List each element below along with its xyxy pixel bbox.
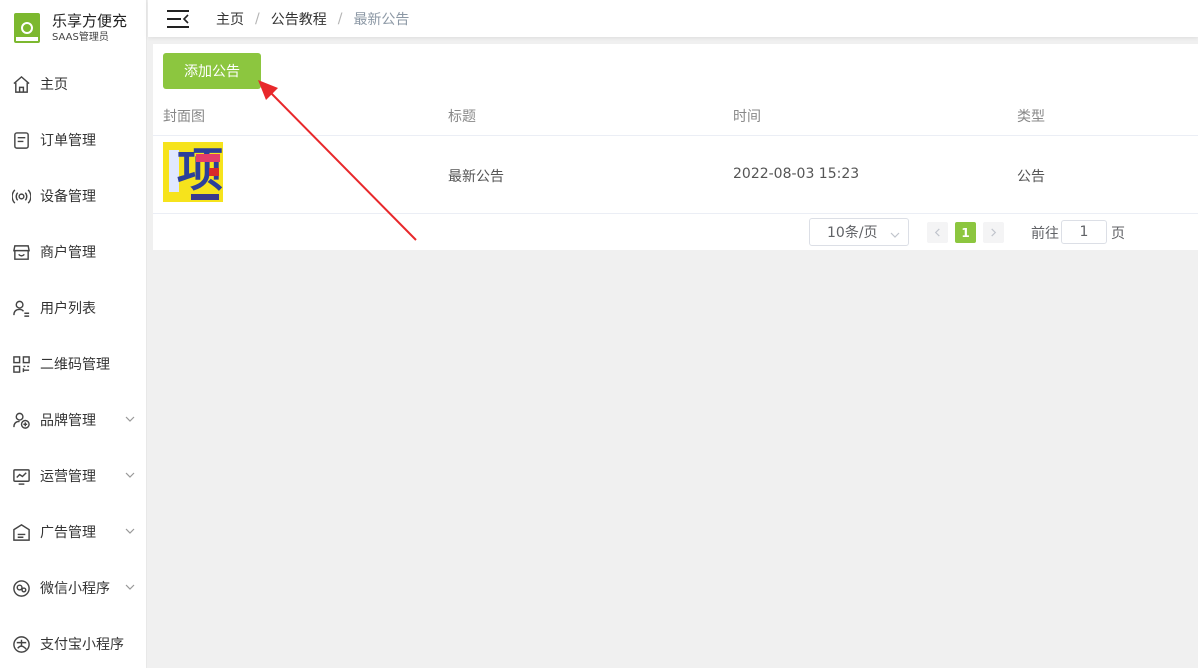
column-header-time: 时间 [733, 109, 761, 125]
column-header-title: 标题 [448, 109, 476, 125]
sidebar-item-devices[interactable]: 设备管理 [0, 168, 146, 224]
page-size-select[interactable]: 10条/页 [809, 218, 909, 246]
sidebar-item-home[interactable]: 主页 [0, 56, 146, 112]
order-icon [11, 130, 31, 150]
sidebar-item-wechat[interactable]: 微信小程序 [0, 560, 146, 616]
pagination: 10条/页 1 前往 页 [153, 218, 1198, 246]
brand-icon [11, 410, 31, 430]
chevron-down-icon [890, 228, 900, 238]
brand-subtitle: SAAS管理员 [52, 32, 109, 44]
sidebar-item-label: 支付宝小程序 [40, 637, 124, 653]
sidebar-item-label: 商户管理 [40, 245, 96, 261]
sidebar-item-brand[interactable]: 品牌管理 [0, 392, 146, 448]
row-title: 最新公告 [448, 169, 504, 185]
breadcrumb-tutorials[interactable]: 公告教程 [271, 9, 327, 29]
chevron-right-icon [991, 228, 997, 237]
sidebar: 乐享方便充 SAAS管理员 主页 订单管理 设备管理 商户管理 用户列表 二维码… [0, 0, 147, 668]
chevron-left-icon [934, 228, 940, 237]
breadcrumb-separator: / [337, 10, 343, 27]
user-list-icon [11, 298, 31, 318]
sidebar-item-label: 运营管理 [40, 469, 96, 485]
top-header: 主页 / 公告教程 / 最新公告 [148, 0, 1198, 37]
sidebar-item-label: 设备管理 [40, 189, 96, 205]
sidebar-item-orders[interactable]: 订单管理 [0, 112, 146, 168]
breadcrumb: 主页 / 公告教程 / 最新公告 [216, 9, 409, 29]
table-row[interactable]: 项 最新公告 2022-08-03 15:23 公告 [153, 137, 1198, 214]
chevron-down-icon [124, 469, 136, 481]
brand-name: 乐享方便充 [52, 11, 128, 30]
home-icon [11, 74, 31, 94]
page-button-current[interactable]: 1 [955, 222, 976, 243]
sidebar-item-label: 用户列表 [40, 301, 96, 317]
sidebar-item-label: 品牌管理 [40, 413, 96, 429]
logo-icon [14, 13, 40, 43]
announcement-panel: 添加公告 封面图 标题 时间 类型 项 最新公告 2022-08-03 15:2… [153, 44, 1198, 250]
chevron-down-icon [124, 581, 136, 593]
sidebar-item-label: 广告管理 [40, 525, 96, 541]
table-header: 封面图 标题 时间 类型 [153, 96, 1198, 136]
breadcrumb-home[interactable]: 主页 [216, 9, 244, 29]
sidebar-item-label: 二维码管理 [40, 357, 110, 373]
device-icon [11, 186, 31, 206]
sidebar-item-alipay[interactable]: 支付宝小程序 [0, 616, 146, 668]
alipay-icon [11, 634, 31, 654]
sidebar-item-qrcode[interactable]: 二维码管理 [0, 336, 146, 392]
sidebar-item-merchants[interactable]: 商户管理 [0, 224, 146, 280]
page-size-value: 10条/页 [827, 225, 878, 241]
column-header-cover: 封面图 [163, 109, 205, 125]
store-icon [11, 242, 31, 262]
collapse-menu-icon[interactable] [166, 9, 190, 29]
chevron-down-icon [124, 525, 136, 537]
row-time: 2022-08-03 15:23 [733, 166, 860, 182]
goto-label: 前往 [1031, 226, 1059, 242]
breadcrumb-current: 最新公告 [353, 11, 410, 28]
wechat-icon [11, 578, 31, 598]
sidebar-item-ads[interactable]: 广告管理 [0, 504, 146, 560]
sidebar-item-operations[interactable]: 运营管理 [0, 448, 146, 504]
chevron-down-icon [124, 413, 136, 425]
sidebar-item-label: 订单管理 [40, 133, 96, 149]
ad-icon [11, 522, 31, 542]
operations-icon [11, 466, 31, 486]
breadcrumb-separator: / [255, 10, 260, 27]
sidebar-item-users[interactable]: 用户列表 [0, 280, 146, 336]
next-page-button[interactable] [983, 222, 1004, 243]
sidebar-item-label: 微信小程序 [40, 581, 110, 597]
cover-image[interactable]: 项 [163, 142, 223, 202]
qrcode-icon [11, 354, 31, 374]
column-header-type: 类型 [1017, 109, 1045, 125]
add-announcement-button[interactable]: 添加公告 [163, 53, 261, 89]
row-type: 公告 [1017, 169, 1045, 185]
sidebar-item-label: 主页 [40, 77, 68, 93]
sidebar-menu: 主页 订单管理 设备管理 商户管理 用户列表 二维码管理 品牌管理 运营管理 广… [0, 56, 146, 668]
goto-suffix: 页 [1111, 226, 1125, 242]
prev-page-button[interactable] [927, 222, 948, 243]
brand: 乐享方便充 SAAS管理员 [0, 0, 146, 56]
goto-page-input[interactable] [1061, 220, 1107, 244]
